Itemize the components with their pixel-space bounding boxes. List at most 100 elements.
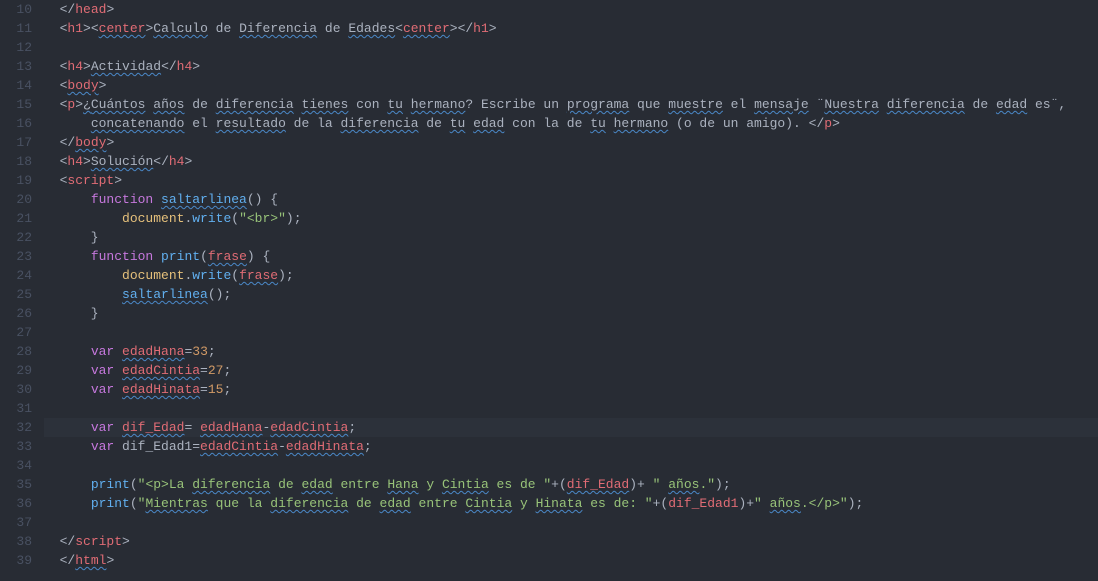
- code-line[interactable]: [44, 38, 1098, 57]
- token: ;: [223, 382, 231, 397]
- token: de: [965, 97, 996, 112]
- token: diferencia: [340, 116, 418, 131]
- line-number: 31: [0, 399, 32, 418]
- code-line[interactable]: <p>¿Cuántos años de diferencia tienes co…: [44, 95, 1098, 114]
- code-line[interactable]: var edadHinata=15;: [44, 380, 1098, 399]
- token: Cintia: [465, 496, 512, 511]
- token: dif_Edad: [567, 477, 629, 492]
- code-line[interactable]: function print(frase) {: [44, 247, 1098, 266]
- token: de la: [286, 116, 341, 131]
- token: >: [99, 78, 107, 93]
- line-number: 13: [0, 57, 32, 76]
- token: es de ": [489, 477, 551, 492]
- token: h4: [177, 59, 193, 74]
- line-number: 22: [0, 228, 32, 247]
- token: .</p>": [801, 496, 848, 511]
- line-number: 30: [0, 380, 32, 399]
- code-line[interactable]: <h4>Solución</h4>: [44, 152, 1098, 171]
- token: diferencia: [887, 97, 965, 112]
- code-area[interactable]: </head> <h1><center>Calculo de Diferenci…: [40, 0, 1098, 581]
- line-number: 24: [0, 266, 32, 285]
- code-line[interactable]: [44, 513, 1098, 532]
- token: document: [122, 211, 184, 226]
- line-number: 14: [0, 76, 32, 95]
- code-line[interactable]: [44, 323, 1098, 342]
- code-line[interactable]: </script>: [44, 532, 1098, 551]
- token: }: [44, 306, 99, 321]
- code-line[interactable]: <body>: [44, 76, 1098, 95]
- token: +(: [551, 477, 567, 492]
- token: h4: [67, 154, 83, 169]
- token: print: [161, 249, 200, 264]
- line-number: 16: [0, 114, 32, 133]
- token: [44, 363, 91, 378]
- token: h4: [169, 154, 185, 169]
- token: [44, 287, 122, 302]
- token: )+: [629, 477, 652, 492]
- code-line[interactable]: </body>: [44, 133, 1098, 152]
- token: document: [122, 268, 184, 283]
- code-line[interactable]: <h1><center>Calculo de Diferencia de Eda…: [44, 19, 1098, 38]
- token: años: [153, 97, 184, 112]
- token: entre: [333, 477, 388, 492]
- token: function: [91, 249, 153, 264]
- token: [114, 420, 122, 435]
- token: 27: [208, 363, 224, 378]
- token: [44, 553, 60, 568]
- token: var: [91, 363, 114, 378]
- token: [44, 154, 60, 169]
- code-line[interactable]: }: [44, 304, 1098, 323]
- token: ;: [348, 420, 356, 435]
- token: [44, 211, 122, 226]
- token: write: [192, 211, 231, 226]
- code-line[interactable]: print("Mientras que la diferencia de eda…: [44, 494, 1098, 513]
- code-line[interactable]: var dif_Edad1=edadCintia-edadHinata;: [44, 437, 1098, 456]
- token: >: [184, 154, 192, 169]
- token: Cintia: [442, 477, 489, 492]
- token: );: [278, 268, 294, 283]
- token: [465, 116, 473, 131]
- token: concatenando: [91, 116, 185, 131]
- token: edadCintia: [200, 439, 278, 454]
- code-line[interactable]: document.write("<br>");: [44, 209, 1098, 228]
- token: body: [67, 78, 98, 93]
- code-line[interactable]: }: [44, 228, 1098, 247]
- token: Cuántos: [91, 97, 146, 112]
- code-line[interactable]: [44, 456, 1098, 475]
- token: >: [192, 59, 200, 74]
- code-line[interactable]: document.write(frase);: [44, 266, 1098, 285]
- token: Hana: [387, 477, 418, 492]
- token: [153, 249, 161, 264]
- token: ) {: [247, 249, 270, 264]
- code-line[interactable]: var edadHana=33;: [44, 342, 1098, 361]
- token: [44, 21, 60, 36]
- token: Actividad: [91, 59, 161, 74]
- code-line[interactable]: [44, 399, 1098, 418]
- token: </: [60, 2, 76, 17]
- token: )+: [738, 496, 754, 511]
- token: edadHinata: [286, 439, 364, 454]
- code-line[interactable]: <h4>Actividad</h4>: [44, 57, 1098, 76]
- code-line[interactable]: var dif_Edad= edadHana-edadCintia;: [44, 418, 1098, 437]
- token: y: [512, 496, 535, 511]
- code-line[interactable]: concatenando el resultado de la diferenc…: [44, 114, 1098, 133]
- code-line[interactable]: </html>: [44, 551, 1098, 570]
- code-line[interactable]: <script>: [44, 171, 1098, 190]
- token: [606, 116, 614, 131]
- code-line[interactable]: </head>: [44, 0, 1098, 19]
- token: [44, 116, 91, 131]
- code-line[interactable]: print("<p>La diferencia de edad entre Ha…: [44, 475, 1098, 494]
- code-line[interactable]: var edadCintia=27;: [44, 361, 1098, 380]
- line-number: 38: [0, 532, 32, 551]
- token: "<p>La: [138, 477, 193, 492]
- token: [44, 249, 91, 264]
- token: ": [754, 496, 770, 511]
- code-line[interactable]: saltarlinea();: [44, 285, 1098, 304]
- token: >: [489, 21, 497, 36]
- token: p: [824, 116, 832, 131]
- code-line[interactable]: function saltarlinea() {: [44, 190, 1098, 209]
- line-number-gutter: 1011121314151617181920212223242526272829…: [0, 0, 40, 581]
- code-editor[interactable]: 1011121314151617181920212223242526272829…: [0, 0, 1098, 581]
- line-number: 11: [0, 19, 32, 38]
- token: write: [192, 268, 231, 283]
